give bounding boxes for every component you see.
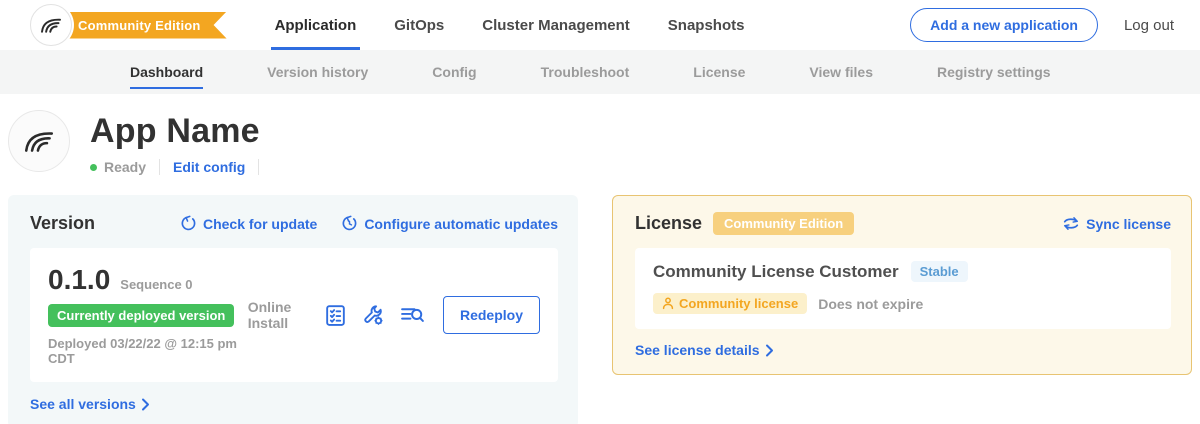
logout-button[interactable]: Log out: [1124, 17, 1174, 34]
brand-logo: Community Edition: [30, 4, 227, 46]
refresh-icon: [180, 215, 197, 232]
redeploy-button[interactable]: Redeploy: [443, 296, 540, 334]
sync-license-link[interactable]: Sync license: [1062, 215, 1171, 232]
status-dot-icon: [90, 164, 97, 171]
deployed-timestamp: Deployed 03/22/22 @ 12:15 pm CDT: [48, 336, 248, 366]
top-header: Community Edition Application GitOps Clu…: [0, 0, 1200, 50]
license-card-title: License: [635, 213, 702, 234]
sequence-label: Sequence 0: [120, 277, 192, 292]
add-new-application-button[interactable]: Add a new application: [910, 8, 1098, 42]
config-wrench-icon[interactable]: [361, 303, 386, 328]
license-customer-name: Community License Customer: [653, 262, 899, 282]
install-type-label: Online Install: [248, 299, 307, 331]
see-all-versions-link[interactable]: See all versions: [30, 396, 558, 412]
preflight-checks-icon[interactable]: [323, 303, 348, 328]
license-type-badge: Community license: [653, 293, 807, 314]
person-icon: [662, 297, 674, 310]
divider: [258, 159, 259, 175]
community-edition-badge: Community Edition: [713, 212, 854, 235]
nav-application[interactable]: Application: [275, 0, 357, 50]
divider: [159, 159, 160, 175]
tab-config[interactable]: Config: [432, 50, 476, 94]
app-subnav: Dashboard Version history Config Trouble…: [0, 50, 1200, 94]
sync-arrows-icon: [1062, 215, 1080, 232]
auto-update-clock-icon: [341, 215, 358, 232]
edit-config-link[interactable]: Edit config: [173, 159, 245, 175]
check-for-update-link[interactable]: Check for update: [180, 215, 317, 232]
status-badge: Ready: [104, 159, 146, 175]
see-license-details-link[interactable]: See license details: [635, 342, 1171, 358]
channel-badge: Stable: [911, 261, 968, 282]
app-header: App Name Ready Edit config: [0, 94, 1200, 175]
nav-snapshots[interactable]: Snapshots: [668, 0, 745, 50]
tab-troubleshoot[interactable]: Troubleshoot: [541, 50, 630, 94]
version-number: 0.1.0: [48, 264, 110, 296]
nav-cluster-management[interactable]: Cluster Management: [482, 0, 630, 50]
chevron-right-icon: [765, 344, 774, 357]
view-logs-icon[interactable]: [399, 303, 426, 328]
header-actions: Add a new application Log out: [910, 8, 1174, 42]
nav-gitops[interactable]: GitOps: [394, 0, 444, 50]
version-card: Version Check for update: [8, 195, 578, 424]
tab-license[interactable]: License: [693, 50, 745, 94]
tab-registry-settings[interactable]: Registry settings: [937, 50, 1051, 94]
license-card: License Community Edition Sync license: [612, 195, 1192, 375]
primary-nav: Application GitOps Cluster Management Sn…: [275, 0, 745, 50]
page-title: App Name: [90, 112, 272, 151]
tab-view-files[interactable]: View files: [809, 50, 873, 94]
currently-deployed-badge: Currently deployed version: [48, 304, 234, 327]
configure-automatic-updates-link[interactable]: Configure automatic updates: [341, 215, 558, 232]
replicated-logo-icon: [30, 4, 72, 46]
current-version-panel: 0.1.0 Sequence 0 Currently deployed vers…: [30, 248, 558, 382]
license-details-panel: Community License Customer Stable Commun…: [635, 248, 1171, 329]
version-card-title: Version: [30, 213, 95, 234]
edition-ribbon: Community Edition: [46, 12, 227, 39]
tab-version-history[interactable]: Version history: [267, 50, 368, 94]
chevron-right-icon: [141, 398, 150, 411]
license-expiry-text: Does not expire: [818, 296, 923, 312]
app-logo-icon: [8, 110, 70, 172]
tab-dashboard[interactable]: Dashboard: [130, 50, 203, 94]
dashboard-cards: Version Check for update: [0, 183, 1200, 424]
